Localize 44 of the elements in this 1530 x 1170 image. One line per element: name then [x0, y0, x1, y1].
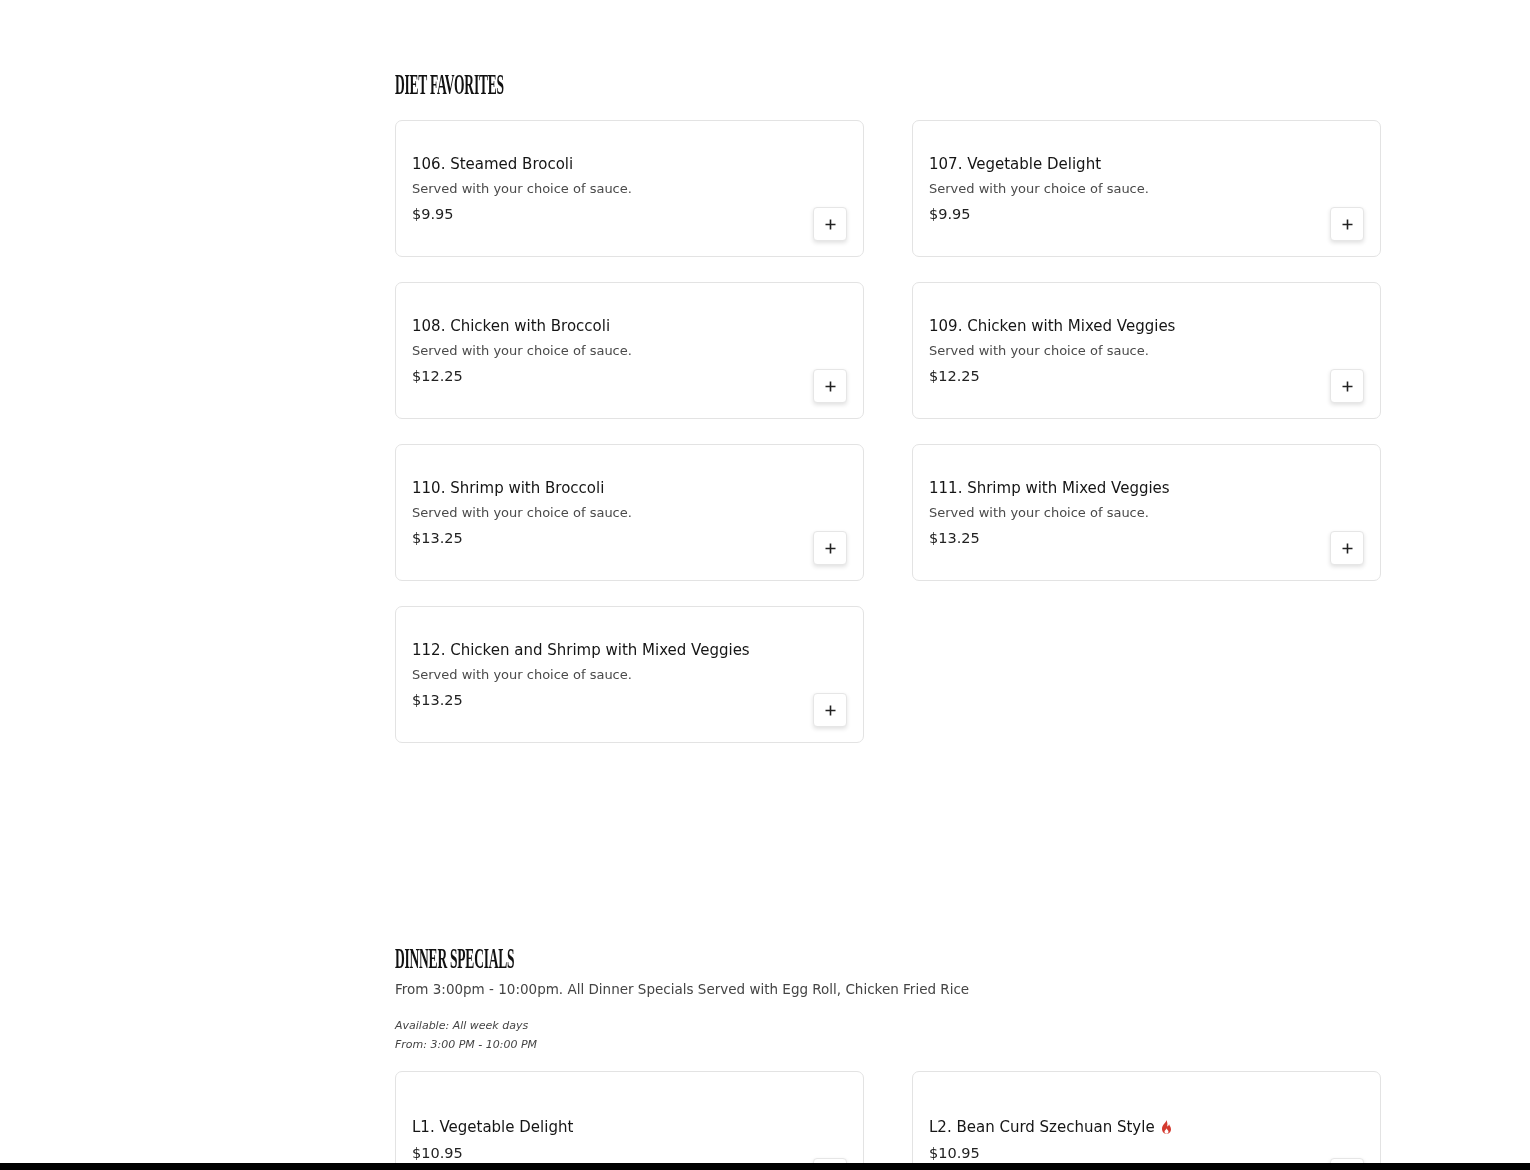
plus-icon	[824, 380, 836, 392]
item-name: 111. Shrimp with Mixed Veggies	[929, 478, 1170, 499]
plus-icon	[824, 704, 836, 716]
add-button[interactable]	[813, 693, 847, 727]
item-description: Served with your choice of sauce.	[929, 180, 1149, 198]
item-price: $13.25	[929, 529, 980, 548]
plus-icon	[1341, 380, 1353, 392]
item-description: Served with your choice of sauce.	[412, 342, 632, 360]
plus-icon	[1341, 218, 1353, 230]
add-button[interactable]	[1330, 207, 1364, 241]
plus-icon	[824, 542, 836, 554]
add-button[interactable]	[813, 207, 847, 241]
item-description: Served with your choice of sauce.	[412, 666, 632, 684]
add-button[interactable]	[813, 369, 847, 403]
item-name: 109. Chicken with Mixed Veggies	[929, 316, 1176, 337]
item-price: $9.95	[412, 205, 454, 224]
item-name: 112. Chicken and Shrimp with Mixed Veggies	[412, 640, 750, 661]
item-name: 107. Vegetable Delight	[929, 154, 1102, 175]
section-heading: DINNER SPECIALS	[395, 943, 515, 973]
item-price: $12.25	[412, 367, 463, 386]
item-price: $10.95	[929, 1144, 980, 1163]
item-name: 108. Chicken with Broccoli	[412, 316, 611, 337]
plus-icon	[1341, 542, 1353, 554]
section-description: From 3:00pm - 10:00pm. All Dinner Specials Served with Egg Roll, Chicken Fried Rice	[395, 980, 971, 999]
plus-icon	[824, 218, 836, 230]
section-heading: DIET FAVORITES	[395, 69, 504, 99]
item-price: $13.25	[412, 529, 463, 548]
item-price: $13.25	[412, 691, 463, 710]
item-description: Served with your choice of sauce.	[929, 504, 1149, 522]
item-description: Served with your choice of sauce.	[412, 504, 632, 522]
item-price: $10.95	[412, 1144, 463, 1163]
item-name: L1. Vegetable Delight	[412, 1117, 574, 1138]
add-button[interactable]	[1330, 369, 1364, 403]
item-description: Served with your choice of sauce.	[929, 342, 1149, 360]
item-name: L2. Bean Curd Szechuan Style	[929, 1117, 1155, 1138]
item-name: 106. Steamed Brocoli	[412, 154, 574, 175]
add-button[interactable]	[1330, 531, 1364, 565]
availability-text: From: 3:00 PM - 10:00 PM	[395, 1037, 538, 1053]
item-description: Served with your choice of sauce.	[412, 180, 632, 198]
availability-text: Available: All week days	[395, 1018, 529, 1034]
item-price: $12.25	[929, 367, 980, 386]
item-price: $9.95	[929, 205, 971, 224]
add-button[interactable]	[813, 531, 847, 565]
item-name: 110. Shrimp with Broccoli	[412, 478, 605, 499]
